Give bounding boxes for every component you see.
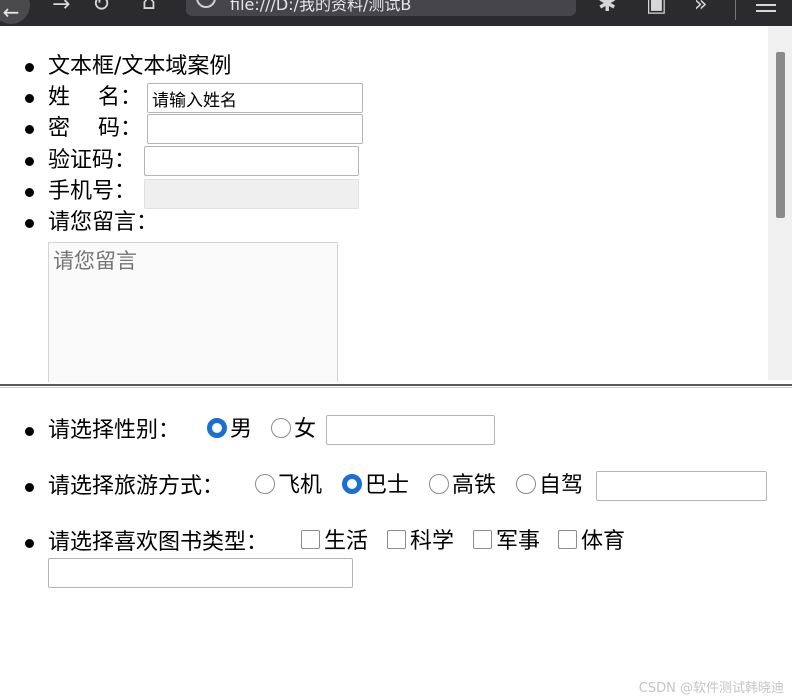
- browser-toolbar: ← → ↻ ⌂ file:///D:/我的资料/测试B ✱ ▣ »: [0, 0, 792, 26]
- more-tools-icon[interactable]: »: [694, 0, 707, 16]
- travel-radio-bus[interactable]: [342, 474, 362, 494]
- extensions-icon[interactable]: ▣: [646, 0, 667, 16]
- message-label: 请您留言：: [48, 210, 159, 235]
- watermark: CSDN @软件测试韩晓迪: [638, 681, 784, 696]
- books-checkbox-science[interactable]: [387, 530, 406, 549]
- list-bullet: [25, 483, 34, 492]
- travel-radio-train[interactable]: [429, 474, 449, 494]
- gender-radio-male[interactable]: [207, 418, 227, 438]
- name-label-text: 姓 名：: [48, 85, 142, 110]
- reading-list-icon[interactable]: ✱: [598, 0, 616, 16]
- forward-icon[interactable]: →: [52, 0, 70, 16]
- list-bullet: [25, 219, 34, 228]
- captcha-label: 验证码：: [48, 148, 137, 173]
- address-bar[interactable]: file:///D:/我的资料/测试B: [186, 0, 576, 16]
- name-input[interactable]: [147, 83, 363, 113]
- travel-extra-input[interactable]: [596, 471, 767, 501]
- list-bullet: [25, 125, 34, 134]
- travel-option-selfdrive: 自驾: [539, 473, 584, 498]
- name-label: 姓 名：: [48, 84, 142, 112]
- password-label: 密 码：: [48, 115, 142, 143]
- books-checkbox-sports[interactable]: [558, 530, 577, 549]
- gender-option-female: 女: [294, 417, 317, 442]
- toolbar-divider: [735, 0, 736, 20]
- selection-frame: 请选择性别： 男 女 请选择旅游方式： 飞机 巴士 高铁 自驾 请选择喜欢图书类…: [0, 388, 792, 700]
- textbox-frame: 文本框/文本域案例 姓 名： 密 码： 验证码： 手机号： 请您留言：: [0, 26, 792, 382]
- phone-label: 手机号：: [48, 179, 137, 204]
- list-bullet: [25, 188, 34, 197]
- books-checkbox-life[interactable]: [301, 530, 320, 549]
- travel-option-bus: 巴士: [365, 473, 410, 498]
- travel-option-train: 高铁: [452, 473, 497, 498]
- travel-radio-plane[interactable]: [255, 474, 275, 494]
- phone-input[interactable]: [144, 179, 359, 209]
- password-input[interactable]: [147, 114, 363, 144]
- list-bullet: [25, 539, 34, 548]
- password-label-text: 密 码：: [48, 116, 142, 141]
- gender-label: 请选择性别：: [48, 418, 181, 443]
- list-bullet: [25, 157, 34, 166]
- travel-label: 请选择旅游方式：: [48, 474, 225, 499]
- captcha-input[interactable]: [144, 146, 359, 176]
- books-option-military: 军事: [496, 529, 541, 554]
- gender-extra-input[interactable]: [326, 415, 495, 445]
- gender-radio-female[interactable]: [271, 418, 291, 438]
- travel-radio-selfdrive[interactable]: [516, 474, 536, 494]
- books-label: 请选择喜欢图书类型：: [48, 530, 269, 555]
- list-bullet: [25, 63, 34, 72]
- travel-option-plane: 飞机: [278, 473, 323, 498]
- home-icon[interactable]: ⌂: [142, 0, 156, 14]
- books-option-science: 科学: [410, 529, 455, 554]
- gender-option-male: 男: [230, 417, 253, 442]
- books-extra-input[interactable]: [48, 558, 353, 588]
- frame-title: 文本框/文本域案例: [48, 54, 232, 79]
- list-bullet: [25, 94, 34, 103]
- books-option-sports: 体育: [581, 529, 626, 554]
- list-bullet: [25, 427, 34, 436]
- books-checkbox-military[interactable]: [473, 530, 492, 549]
- books-option-life: 生活: [324, 529, 369, 554]
- site-info-icon[interactable]: [196, 0, 216, 8]
- address-text: file:///D:/我的资料/测试B: [230, 0, 412, 14]
- reload-icon[interactable]: ↻: [92, 0, 110, 16]
- vertical-scrollbar[interactable]: [768, 26, 792, 380]
- menu-icon[interactable]: [756, 0, 776, 16]
- back-button[interactable]: ←: [0, 0, 30, 24]
- scrollbar-thumb[interactable]: [776, 52, 785, 218]
- message-textarea[interactable]: [48, 242, 338, 382]
